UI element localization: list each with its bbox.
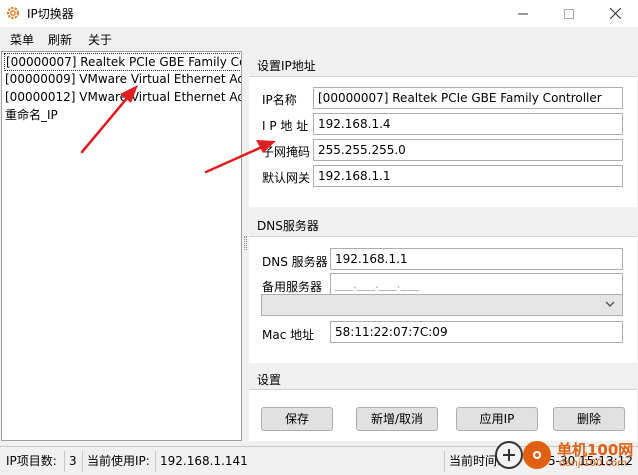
close-button[interactable]: [592, 0, 638, 27]
adapter-item[interactable]: 重命名_IP: [4, 107, 58, 125]
dns-section-title: DNS服务器: [257, 219, 319, 233]
adapter-item[interactable]: [00000012] VMware Virtual Ethernet Adap: [4, 89, 241, 107]
current-ip-label: 当前使用IP:: [82, 451, 154, 472]
app-gear-icon: [6, 6, 20, 20]
ip-section-title: 设置IP地址: [257, 59, 316, 73]
adapter-dropdown[interactable]: [261, 294, 623, 316]
ip-count-value: 3: [64, 451, 81, 472]
adapter-list[interactable]: [00000007] Realtek PCIe GBE Family Contr…: [1, 51, 242, 441]
ip-name-label: IP名称: [262, 93, 297, 107]
maximize-icon: [564, 8, 574, 19]
subnet-mask-input[interactable]: 255.255.255.0: [313, 139, 623, 161]
settings-panel: 设置IP地址 IP名称 [00000007] Realtek PCIe GBE …: [249, 51, 637, 441]
menu-item-about[interactable]: 关于: [88, 31, 112, 48]
minimize-icon: [518, 13, 528, 14]
ip-address-label: I P 地 址: [262, 119, 309, 133]
window-title: IP切换器: [27, 7, 74, 21]
menu-item-refresh[interactable]: 刷新: [48, 31, 72, 48]
watermark-play-icon: [523, 441, 551, 469]
watermark-plus-icon: [495, 441, 523, 469]
menu-item-menu[interactable]: 菜单: [10, 31, 34, 48]
current-ip-value: 192.168.1.141: [155, 451, 252, 472]
adapter-item-selected[interactable]: [00000007] Realtek PCIe GBE Family Contr: [4, 53, 241, 71]
minimize-button[interactable]: [500, 0, 546, 27]
section-divider: [249, 206, 637, 207]
ip-name-input[interactable]: [00000007] Realtek PCIe GBE Family Contr…: [313, 87, 623, 109]
adapter-item[interactable]: [00000009] VMware Virtual Ethernet Adap: [4, 71, 241, 89]
close-icon: [609, 8, 621, 19]
add-cancel-button[interactable]: 新增/取消: [356, 407, 438, 431]
dns-input[interactable]: 192.168.1.1: [330, 248, 623, 270]
menu-bar: 菜单 刷新 关于: [0, 27, 638, 50]
delete-button[interactable]: 删除: [553, 407, 625, 431]
watermark: 单机100网 danji100.com: [487, 436, 638, 475]
chevron-down-icon: [605, 301, 615, 307]
watermark-subtext: danji100.com: [559, 458, 627, 469]
splitter-handle[interactable]: [244, 236, 247, 250]
title-bar: IP切换器: [0, 0, 638, 27]
watermark-text: 单机100网: [557, 441, 634, 459]
alt-dns-input[interactable]: ___.___.___.___: [330, 273, 623, 295]
apply-ip-button[interactable]: 应用IP: [456, 407, 538, 431]
dns-label: DNS 服务器: [262, 255, 328, 269]
ip-count-label: IP项目数:: [6, 454, 57, 468]
save-button[interactable]: 保存: [261, 407, 333, 431]
maximize-button[interactable]: [546, 0, 592, 27]
mac-label: Mac 地址: [262, 328, 315, 342]
alt-dns-label: 备用服务器: [262, 280, 323, 294]
mac-input[interactable]: 58:11:22:07:7C:09: [330, 321, 623, 343]
ip-address-input[interactable]: 192.168.1.4: [313, 113, 623, 135]
gateway-label: 默认网关: [262, 171, 311, 185]
subnet-mask-label: 子网掩码: [262, 145, 311, 159]
settings-section-title: 设置: [257, 373, 282, 387]
gateway-input[interactable]: 192.168.1.1: [313, 165, 623, 187]
section-divider: [249, 362, 637, 363]
